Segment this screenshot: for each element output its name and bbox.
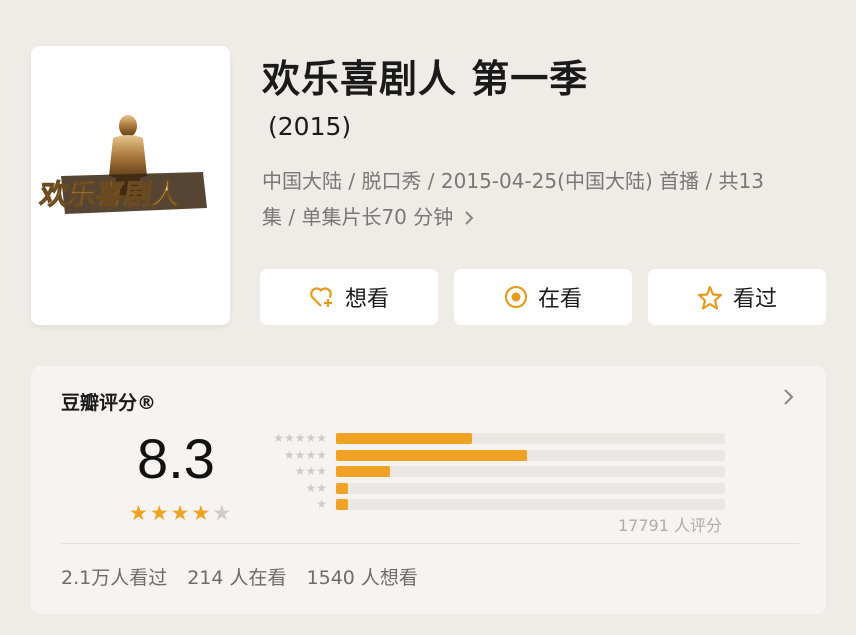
distribution-star: ★ — [273, 431, 284, 445]
stat-watching[interactable]: 214 人在看 — [187, 563, 286, 590]
doing-button[interactable]: 在看 — [454, 269, 632, 325]
distribution-bar-4 — [336, 449, 725, 461]
rating-star: ★ — [170, 501, 190, 525]
viewer-stats: 2.1万人看过 214 人在看 1540 人想看 — [61, 563, 418, 590]
heart-plus-icon — [309, 285, 335, 309]
poster-logo-text: 欢乐喜剧人 — [37, 178, 183, 211]
distribution-stars-5: ★ ★ ★ ★ ★ — [255, 432, 327, 444]
distribution-star: ★ — [283, 447, 295, 462]
distribution-stars-2: ★ ★ — [255, 482, 327, 494]
meta-line-1: 中国大陆 / 脱口秀 / 2015-04-25(中国大陆) 首播 / 共13 — [262, 169, 765, 193]
poster-image[interactable]: 欢乐喜剧人 — [31, 46, 230, 325]
chevron-right-icon — [460, 208, 474, 229]
distribution-bar-fill — [336, 433, 473, 444]
stat-wanted[interactable]: 1540 人想看 — [307, 563, 418, 590]
show-title: 欢乐喜剧人 第一季 — [262, 57, 589, 101]
distribution-bar-fill — [336, 499, 348, 510]
distribution-star: ★ — [294, 431, 306, 445]
rating-star: ★ — [149, 501, 169, 525]
distribution-star: ★ — [294, 464, 306, 478]
distribution-bar-3 — [336, 466, 725, 477]
done-button[interactable]: 看过 — [648, 269, 826, 325]
want-label: 想看 — [344, 287, 389, 312]
distribution-bar-fill — [336, 449, 527, 461]
distribution-bar-fill — [336, 482, 348, 494]
distribution-star: ★ — [316, 464, 327, 478]
show-meta[interactable]: 中国大陆 / 脱口秀 / 2015-04-25(中国大陆) 首播 / 共13 集… — [262, 163, 822, 237]
divider — [61, 543, 799, 544]
distribution-star: ★ — [305, 464, 317, 478]
rating-card-title: 豆瓣评分® — [61, 392, 157, 414]
chevron-right-icon[interactable] — [783, 388, 795, 410]
poster-artwork: 欢乐喜剧人 — [36, 115, 207, 214]
rating-star: ★ — [212, 501, 232, 525]
rating-star: ★ — [129, 501, 148, 525]
target-icon — [504, 285, 528, 309]
distribution-star: ★ — [283, 431, 295, 445]
distribution-stars-3: ★ ★ ★ — [255, 465, 327, 477]
distribution-star: ★ — [316, 447, 327, 462]
distribution-star: ★ — [305, 480, 317, 495]
rating-count: 17791 人评分 — [618, 516, 722, 535]
rating-star: ★ — [191, 501, 211, 525]
doing-label: 在看 — [537, 287, 582, 312]
distribution-stars-1: ★ — [255, 498, 327, 510]
distribution-bar-5 — [336, 433, 725, 444]
distribution-star: ★ — [305, 431, 317, 445]
distribution-star: ★ — [305, 447, 317, 462]
rating-card: 豆瓣评分® 8.3 ★ ★ ★ ★ ★ ★ ★ ★ ★ ★ ★ ★ ★ ★ ★ ★ ★ ★ ★ ★ 17791 人评… — [31, 366, 826, 614]
distribution-star: ★ — [316, 431, 327, 445]
distribution-star: ★ — [316, 480, 327, 495]
star-icon — [697, 285, 723, 310]
distribution-bar-2 — [336, 482, 725, 494]
distribution-bar-fill — [336, 466, 391, 477]
want-button[interactable]: 想看 — [260, 269, 438, 325]
distribution-star: ★ — [294, 447, 306, 462]
rating-stars: ★ ★ ★ ★ ★ — [129, 503, 231, 524]
distribution-star: ★ — [316, 497, 327, 511]
show-year: (2015) — [268, 112, 352, 141]
rating-score: 8.3 — [137, 427, 215, 490]
distribution-bar-1 — [336, 499, 725, 510]
meta-line-2-text: 集 / 单集片长70 分钟 — [262, 205, 454, 229]
done-label: 看过 — [732, 287, 777, 312]
stat-watched[interactable]: 2.1万人看过 — [61, 563, 167, 590]
distribution-stars-4: ★ ★ ★ ★ — [255, 449, 327, 461]
meta-line-2: 集 / 单集片长70 分钟 — [262, 199, 822, 237]
